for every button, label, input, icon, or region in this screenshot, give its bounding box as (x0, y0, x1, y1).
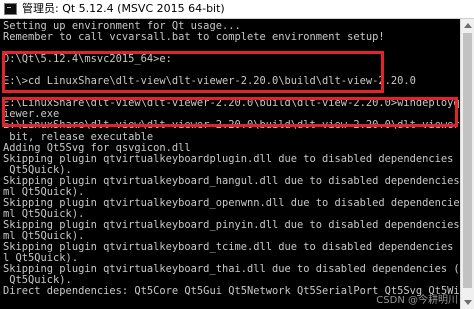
highlight-box-windeployqt-command (2, 97, 458, 127)
title-bar[interactable]: 管理员: Qt 5.12.4 (MSVC 2015 64-bit) (0, 0, 474, 19)
scrollbar-thumb[interactable] (463, 33, 472, 288)
scroll-down-arrow-icon[interactable] (464, 300, 472, 305)
console-line: Remember to call vcvarsall.bat to comple… (3, 31, 385, 44)
scroll-up-arrow-icon[interactable] (464, 23, 472, 28)
console-icon (4, 3, 17, 15)
highlight-box-cd-command (2, 51, 384, 93)
console-window: 管理员: Qt 5.12.4 (MSVC 2015 64-bit) Settin… (0, 0, 474, 309)
window-title: 管理员: Qt 5.12.4 (MSVC 2015 64-bit) (22, 2, 225, 15)
watermark: CSDN @今耕明川 (376, 295, 458, 306)
vertical-scrollbar[interactable] (460, 19, 474, 309)
